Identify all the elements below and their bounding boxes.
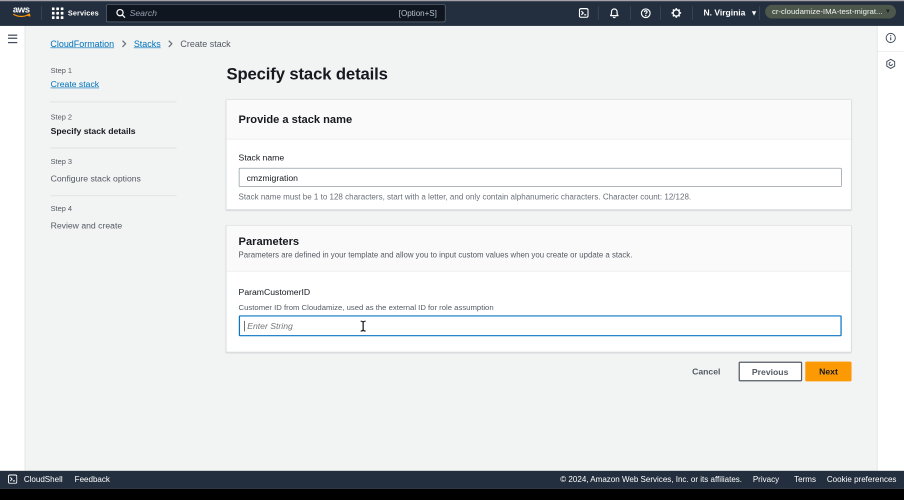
svg-text:aws: aws	[13, 5, 30, 15]
